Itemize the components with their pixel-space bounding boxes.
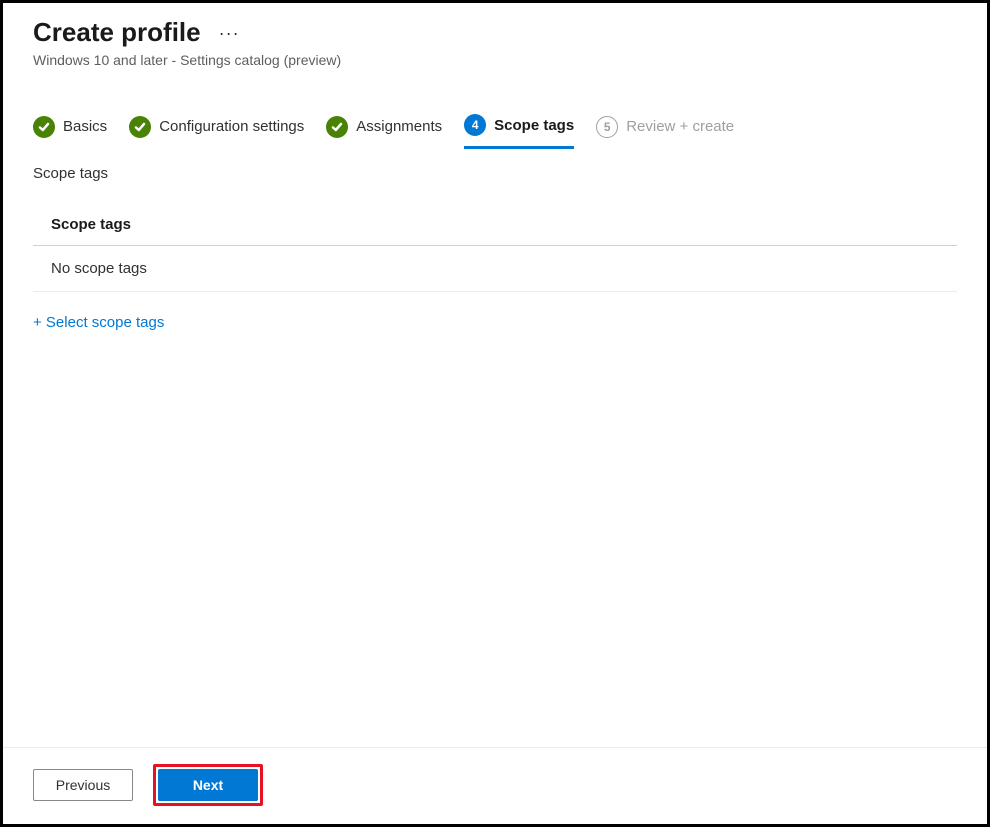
step-configuration-settings[interactable]: Configuration settings <box>129 116 304 148</box>
check-icon <box>33 116 55 138</box>
step-scope-tags[interactable]: 4 Scope tags <box>464 114 574 149</box>
step-assignments[interactable]: Assignments <box>326 116 442 148</box>
step-label: Configuration settings <box>159 118 304 135</box>
wizard-footer: Previous Next <box>3 747 987 824</box>
page-subtitle: Windows 10 and later - Settings catalog … <box>33 52 957 68</box>
check-icon <box>129 116 151 138</box>
step-number-icon: 5 <box>596 116 618 138</box>
page-header: Create profile ··· Windows 10 and later … <box>3 3 987 76</box>
scope-tags-block: Scope tags No scope tags <box>33 196 957 292</box>
select-scope-tags-link[interactable]: + Select scope tags <box>33 314 164 331</box>
previous-button[interactable]: Previous <box>33 769 133 801</box>
section-label: Scope tags <box>3 159 987 196</box>
step-label: Scope tags <box>494 117 574 134</box>
step-number-icon: 4 <box>464 114 486 136</box>
next-button[interactable]: Next <box>158 769 258 801</box>
step-label: Basics <box>63 118 107 135</box>
step-label: Assignments <box>356 118 442 135</box>
page-title: Create profile <box>33 17 201 48</box>
more-icon[interactable]: ··· <box>219 24 240 42</box>
step-basics[interactable]: Basics <box>33 116 107 148</box>
scope-tags-table-header: Scope tags <box>33 196 957 246</box>
check-icon <box>326 116 348 138</box>
wizard-stepper: Basics Configuration settings Assignment… <box>3 76 987 159</box>
step-review-create: 5 Review + create <box>596 116 734 148</box>
title-row: Create profile ··· <box>33 17 957 48</box>
scope-tags-empty-row: No scope tags <box>33 246 957 292</box>
step-label: Review + create <box>626 118 734 135</box>
next-button-highlight: Next <box>153 764 263 806</box>
